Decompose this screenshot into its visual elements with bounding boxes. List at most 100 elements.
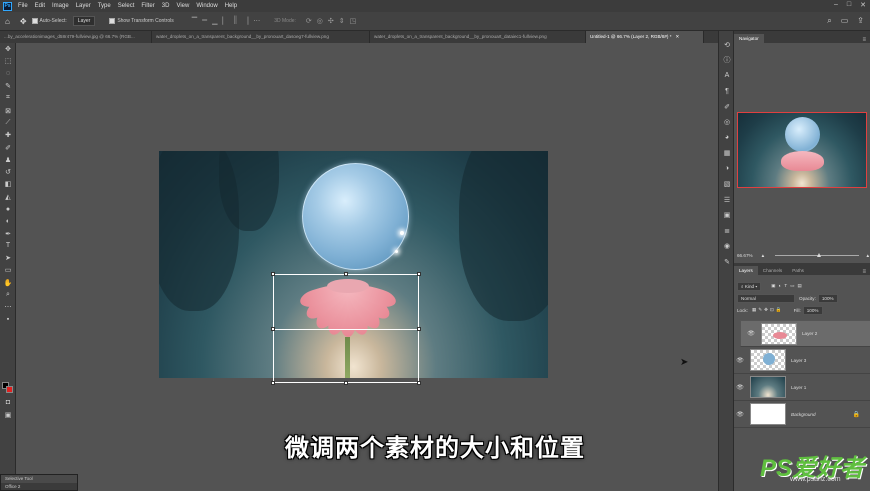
zoom-out-icon[interactable]: ▲ [761,253,766,258]
tab-paths[interactable]: Paths [787,266,809,275]
menu-select[interactable]: Select [118,3,135,9]
eye-icon[interactable]: 👁 [745,330,757,337]
show-transform-checkbox[interactable] [109,18,116,24]
hand-tool-icon[interactable]: ✋ [0,277,16,289]
3d-slide-icon[interactable]: ⇕ [339,17,345,25]
workspace-icon[interactable]: ▭ [841,16,849,26]
align-right-icon[interactable]: ▕ [243,17,248,25]
transform-handle[interactable] [417,381,421,385]
menu-help[interactable]: Help [225,3,237,9]
paths-panel-icon[interactable]: ✎ [719,254,735,270]
quick-select-tool-icon[interactable]: ✎ [0,80,16,92]
home-icon[interactable]: ⌂ [5,17,10,26]
zoom-value[interactable]: 66.67% [737,253,753,258]
auto-select-dropdown[interactable]: Layer [72,16,96,26]
menu-layer[interactable]: Layer [76,3,91,9]
crop-tool-icon[interactable]: ⌗ [0,92,16,104]
transform-handle[interactable] [417,327,421,331]
screen-mode-icon[interactable]: ▣ [0,409,16,421]
move-tool-icon[interactable]: ✥ [20,17,27,26]
menu-file[interactable]: File [18,3,28,9]
blur-tool-icon[interactable]: ● [0,203,16,215]
dodge-tool-icon[interactable]: ◐ [0,215,16,227]
transform-handle[interactable] [417,272,421,276]
menu-view[interactable]: View [176,3,189,9]
channels-panel-icon[interactable]: ◉ [719,239,735,255]
quick-mask-icon[interactable]: ◘ [0,396,16,408]
tab-channels[interactable]: Channels [758,266,787,275]
color-panel-icon[interactable]: ◕ [719,130,735,146]
shape-tool-icon[interactable]: ▭ [0,264,16,276]
path-select-icon[interactable]: ➤ [0,252,16,264]
fill-input[interactable]: 100% [802,305,823,315]
3d-roll-icon[interactable]: ◎ [317,17,323,25]
3d-rotate-icon[interactable]: ⟳ [306,17,312,25]
tab-layers[interactable]: Layers [734,266,758,275]
kind-filter-dropdown[interactable]: ⌕ Kind ▾ [737,281,762,291]
zoom-in-icon[interactable]: ▲ [865,253,870,258]
more-tools-icon[interactable]: ⋯ [0,301,16,313]
share-icon[interactable]: ⇪ [857,16,864,26]
transform-handle[interactable] [344,381,348,385]
layer-row-background[interactable]: 👁 Background 🔒 [734,401,870,428]
document-tab-active[interactable]: Untitled-1 @ 66.7% (Layer 2, RGB/8#) * ✕ [586,31,704,43]
layer-row-layer-2[interactable]: 👁 Layer 2 [740,320,870,347]
distribute-icon[interactable]: ⋯ [253,17,260,25]
eyedropper-tool-icon[interactable]: ⟋ [0,117,16,129]
libraries-panel-icon[interactable]: ▣ [719,208,735,224]
info-panel-icon[interactable]: ⓘ [719,53,735,69]
menu-3d[interactable]: 3D [162,3,170,9]
menu-type[interactable]: Type [98,3,111,9]
transform-handle[interactable] [271,381,275,385]
tab-navigator[interactable]: Navigator [734,34,764,43]
menu-edit[interactable]: Edit [35,3,45,9]
align-top-icon[interactable]: ▔ [192,17,197,25]
align-middle-icon[interactable]: ═ [202,17,207,25]
menu-filter[interactable]: Filter [141,3,154,9]
floating-mini-panel[interactable]: Selective Tool Office 2 [0,474,78,491]
eraser-tool-icon[interactable]: ◧ [0,178,16,190]
brush-panel-icon[interactable]: ✐ [719,99,735,115]
layer-row-layer-3[interactable]: 👁 Layer 3 [734,347,870,374]
character-panel-icon[interactable]: A [719,68,735,84]
zoom-slider[interactable] [775,252,860,257]
edit-toolbar-icon[interactable]: ▪ [0,314,16,326]
brush-tool-icon[interactable]: ✐ [0,141,16,153]
frame-tool-icon[interactable]: ⊠ [0,104,16,116]
menu-window[interactable]: Window [196,3,217,9]
paint-bucket-icon[interactable]: ◭ [0,191,16,203]
eye-icon[interactable]: 👁 [734,384,746,391]
minimize-button[interactable]: – [834,1,838,9]
layers-panel-icon[interactable]: ≣ [719,223,735,239]
document-tab-3[interactable]: water_droplets_on_a_transparent_backgrou… [370,31,586,43]
document-tab-2[interactable]: water_droplets_on_a_transparent_backgrou… [152,31,370,43]
eye-icon[interactable]: 👁 [734,357,746,364]
align-left-icon[interactable]: ▏ [222,17,227,25]
auto-select-checkbox[interactable] [31,18,38,24]
opacity-input[interactable]: 100% [817,293,838,303]
zoom-slider-knob[interactable] [817,252,822,257]
background-color-swatch[interactable] [6,386,13,393]
maximize-button[interactable]: □ [847,1,851,9]
transform-handle[interactable] [344,272,348,276]
history-brush-icon[interactable]: ↺ [0,166,16,178]
search-icon[interactable]: ⌕ [827,16,831,26]
eye-icon[interactable]: 👁 [734,411,746,418]
document-tab-1[interactable]: ...by_accelerationimages_d58r479-fullvie… [0,31,152,43]
align-bottom-icon[interactable]: ▁ [212,17,217,25]
clone-stamp-icon[interactable]: ♟ [0,154,16,166]
healing-brush-icon[interactable]: ✚ [0,129,16,141]
type-tool-icon[interactable]: T [0,240,16,252]
blend-mode-dropdown[interactable]: Normal [737,293,795,303]
lasso-tool-icon[interactable]: ◌ [0,68,16,80]
history-panel-icon[interactable]: ⟲ [719,37,735,53]
pen-tool-icon[interactable]: ✒ [0,227,16,239]
3d-drag-icon[interactable]: ✣ [328,17,334,25]
adjustments-panel-icon[interactable]: ◑ [719,161,735,177]
navigator-thumbnail[interactable] [737,112,867,188]
styles-panel-icon[interactable]: ▧ [719,177,735,193]
layer-row-layer-1[interactable]: 👁 Layer 1 [734,374,870,401]
align-center-icon[interactable]: ║ [233,17,238,25]
panel-menu-icon[interactable]: ≡ [862,37,866,43]
panel-menu-icon[interactable]: ≡ [862,269,866,275]
